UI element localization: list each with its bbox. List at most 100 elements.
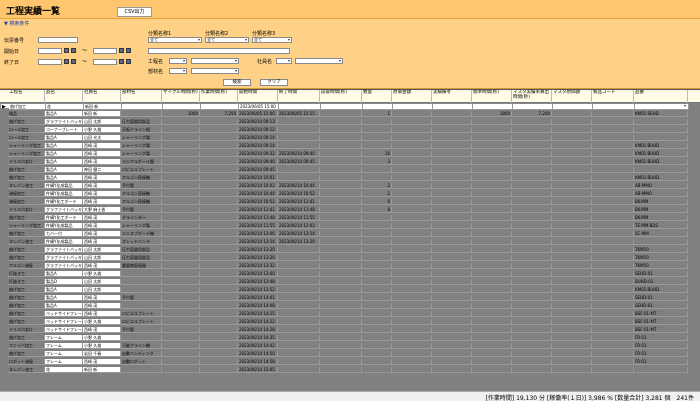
table-cell[interactable]: 件構Y化工ボーテ [45,215,83,221]
table-cell[interactable] [552,175,592,181]
table-cell[interactable] [162,279,200,285]
table-cell[interactable]: アルゴン容接機 [121,191,162,197]
table-cell[interactable]: 手付管 [121,183,162,189]
table-cell[interactable] [592,143,634,149]
table-cell[interactable]: 2023/06/14 11:48 [238,215,278,221]
table-cell[interactable] [432,287,472,293]
table-cell[interactable]: 2023/06/14 13:52 [238,287,278,293]
table-cell[interactable] [432,111,472,117]
csv-export-button[interactable]: CSV出力 [117,7,152,17]
table-cell[interactable]: SEHD-01 [634,271,688,277]
table-cell[interactable]: 西崎 茂 [83,303,121,309]
table-cell[interactable] [432,263,472,269]
table-row[interactable]: 曲げ加工 ベッドサイドフレーム 小野 久雄 ロビエルプレート 2023/06/14 14… [0,319,688,325]
table-cell[interactable]: タレパン加工 [8,183,45,189]
table-cell[interactable] [472,199,512,205]
table-cell[interactable] [592,215,634,221]
table-cell[interactable] [432,167,472,173]
table-cell[interactable] [432,359,472,365]
table-cell[interactable]: FR-01 [634,351,688,357]
table-cell[interactable] [592,111,634,117]
table-cell[interactable] [552,231,592,237]
table-cell[interactable] [432,183,472,189]
table-cell[interactable] [512,119,552,125]
table-cell[interactable] [472,271,512,277]
table-cell[interactable] [512,279,552,285]
table-cell[interactable] [320,167,362,173]
table-cell[interactable]: 2 [362,183,392,189]
table-cell[interactable] [432,159,472,165]
table-cell[interactable] [432,271,472,277]
table-cell[interactable] [432,295,472,301]
table-cell[interactable] [200,295,238,301]
table-cell[interactable] [392,247,432,253]
table-cell[interactable] [162,359,200,365]
table-cell[interactable] [432,199,472,205]
table-cell[interactable] [320,151,362,157]
table-cell[interactable]: 2023/06/14 13:20 [278,239,320,245]
table-cell[interactable]: 山田 太郎 [83,119,121,125]
category1-select[interactable]: 全て [148,37,202,43]
table-cell[interactable]: ロビエルプレート [121,167,162,173]
table-cell[interactable] [552,239,592,245]
table-cell[interactable]: SC-MM [634,231,688,237]
table-cell[interactable]: 2023/06/14 14:50 [238,351,278,357]
column-header[interactable]: 数量 [362,90,392,103]
table-cell[interactable]: 岩田 千春 [83,351,121,357]
table-cell[interactable]: 山田 光太 [83,135,121,141]
table-cell[interactable]: 件構Y化成製品 [45,183,83,189]
table-cell[interactable] [320,175,362,181]
table-cell[interactable]: 神田 健二 [83,167,121,173]
end-date-to-input[interactable] [93,59,117,65]
table-row[interactable]: アルゴン溶接 グラファイトバッキン 西崎 茂重量物容接器 2023/06/14 13:… [0,263,688,269]
table-cell[interactable] [592,351,634,357]
table-cell[interactable] [392,183,432,189]
table-cell[interactable] [362,231,392,237]
table-cell[interactable]: 2023/06/14 14:15 [238,311,278,317]
table-cell[interactable] [362,327,392,333]
table-cell[interactable] [512,127,552,133]
table-cell[interactable] [512,183,552,189]
table-cell[interactable] [512,287,552,293]
table-cell[interactable] [512,327,552,333]
table-cell[interactable] [362,167,392,173]
table-cell[interactable]: 製品A [45,159,83,165]
table-cell[interactable]: BK-MM [634,215,688,221]
table-row[interactable]: 曲げ加工 製品A 神田 健二 ロビエルプレート 2023/06/14 09:45 [0,167,688,173]
search-toggle[interactable]: ▼ 検索条件 [4,20,29,27]
table-cell[interactable] [472,135,512,141]
table-cell[interactable] [472,143,512,149]
table-cell[interactable]: 件構Y化成製品 [45,223,83,229]
table-cell[interactable] [362,263,392,269]
table-cell[interactable]: グラファイトバッキン [45,255,83,261]
table-cell[interactable] [362,359,392,365]
table-cell[interactable] [200,247,238,253]
table-cell[interactable]: 2023/06/14 12:02 [278,223,320,229]
table-cell[interactable] [512,343,552,349]
table-cell[interactable]: BSF-01-MT [634,327,688,333]
table-cell[interactable] [512,351,552,357]
table-cell[interactable]: 2023/06/14 13:26 [238,255,278,261]
table-cell[interactable] [432,135,472,141]
table-cell[interactable] [392,311,432,317]
table-cell[interactable]: ロール加工 [8,127,45,133]
table-cell[interactable] [592,119,634,125]
table-cell[interactable] [472,295,512,301]
section-code-select[interactable] [169,68,187,74]
table-cell[interactable] [162,183,200,189]
table-row[interactable]: 曲げ加工 フレーム 岩田 千春 自動ベンディング 2023/06/14 14:50 FR-… [0,351,688,357]
table-cell[interactable]: 2023/06/14 13:14 [278,231,320,237]
table-row[interactable]: 曲げ加工 グラファイトバッキン 山田 太郎 圧力容器用部品 2023/06/14 13:… [0,255,688,261]
table-cell[interactable]: KM01-BUHD [634,175,688,181]
table-cell[interactable] [122,104,163,110]
table-cell[interactable] [393,104,433,110]
table-cell[interactable] [162,327,200,333]
table-cell[interactable]: 曲げ加工 [8,215,45,221]
table-cell[interactable] [552,135,592,141]
table-cell[interactable] [392,271,432,277]
table-cell[interactable] [278,175,320,181]
table-cell[interactable]: 2023/06/14 14:58 [238,359,278,365]
table-cell[interactable]: シャーリング製 [121,135,162,141]
table-cell[interactable]: 天板クライン組 [121,127,162,133]
table-cell[interactable]: 2023/06/14 14:35 [238,335,278,341]
